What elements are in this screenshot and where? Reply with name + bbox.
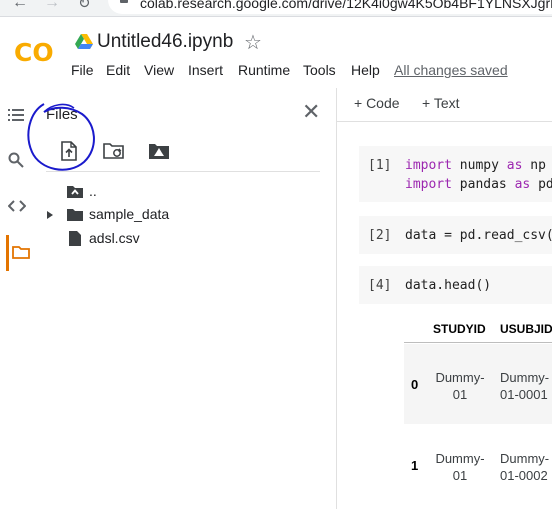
- menu-edit[interactable]: Edit: [106, 62, 130, 78]
- menu-runtime[interactable]: Runtime: [238, 62, 290, 78]
- keyword: as: [514, 177, 531, 192]
- table-cell: Dummy- 01: [432, 369, 488, 403]
- cell-line: Dummy-: [435, 370, 485, 385]
- cell-prompt: [2]: [368, 228, 392, 243]
- tree-item-sample-data[interactable]: sample_data: [46, 204, 186, 226]
- tree-item-label: sample_data: [89, 206, 170, 222]
- url-text[interactable]: colab.research.google.com/drive/12K4i0gw…: [140, 0, 552, 11]
- keyword: import: [405, 177, 452, 192]
- cell-line: 01-0002: [500, 468, 548, 483]
- notebook-title[interactable]: Untitled46.ipynb: [97, 31, 233, 53]
- cell-line: Dummy-: [435, 451, 485, 466]
- code-line[interactable]: import pandas as pd: [405, 177, 552, 192]
- forward-arrow-icon[interactable]: →: [44, 0, 60, 12]
- reload-icon[interactable]: ↻: [78, 0, 91, 12]
- code-line[interactable]: data.head(): [405, 278, 491, 293]
- row-index: 1: [411, 458, 419, 473]
- menu-view[interactable]: View: [144, 62, 174, 78]
- menu-file[interactable]: File: [71, 62, 94, 78]
- menu-insert[interactable]: Insert: [188, 62, 223, 78]
- back-arrow-icon[interactable]: ←: [12, 0, 28, 12]
- toolbar-divider: [337, 121, 552, 122]
- code-token: np: [522, 158, 546, 173]
- star-icon[interactable]: ☆: [244, 30, 262, 55]
- cell-line: 01-0001: [500, 387, 548, 402]
- menu-tools[interactable]: Tools: [303, 62, 336, 78]
- panel-divider[interactable]: [336, 88, 337, 509]
- table-header-border: [404, 342, 552, 343]
- tree-item-label: adsl.csv: [89, 230, 140, 246]
- file-icon: [69, 231, 81, 246]
- chevron-right-icon[interactable]: [46, 210, 54, 220]
- code-token: pandas: [451, 177, 515, 192]
- folder-icon[interactable]: [12, 245, 30, 259]
- colab-logo[interactable]: CO: [14, 38, 58, 66]
- cell-line: Dummy-: [500, 451, 550, 466]
- refresh-folder-icon[interactable]: [103, 142, 125, 160]
- lock-icon: [120, 0, 128, 3]
- row-index: 0: [411, 377, 419, 392]
- code-cell[interactable]: [1] import numpy as np import pandas as …: [359, 146, 552, 202]
- code-token: numpy: [451, 158, 507, 173]
- column-header: STUDYID: [433, 322, 486, 336]
- close-icon[interactable]: ✕: [302, 99, 320, 125]
- cell-line: 01: [452, 387, 468, 402]
- active-tab-indicator: [6, 235, 9, 271]
- code-snippets-icon[interactable]: [8, 199, 26, 213]
- mount-drive-icon[interactable]: [148, 142, 170, 160]
- table-cell: Dummy- 01: [432, 450, 488, 484]
- cell-prompt: [4]: [368, 278, 392, 293]
- keyword: import: [405, 158, 452, 173]
- cell-prompt: [1]: [368, 158, 392, 173]
- annotation-circle: [27, 103, 95, 171]
- menu-help[interactable]: Help: [351, 62, 380, 78]
- code-line[interactable]: import numpy as np: [405, 158, 546, 173]
- keyword: as: [506, 158, 523, 173]
- parent-folder-icon: [67, 186, 83, 198]
- column-header: USUBJID: [500, 322, 552, 336]
- browser-toolbar: ← → ↻ colab.research.google.com/drive/12…: [0, 0, 552, 17]
- tree-item-adsl-csv[interactable]: adsl.csv: [46, 228, 166, 250]
- folder-icon: [67, 209, 83, 221]
- add-code-button[interactable]: + Code: [354, 95, 400, 111]
- code-cell[interactable]: [4] data.head(): [359, 266, 552, 304]
- colab-logo-text: CO: [14, 38, 54, 66]
- tree-item-parent[interactable]: ..: [46, 181, 166, 203]
- code-line[interactable]: data = pd.read_csv(: [405, 228, 552, 243]
- add-text-button[interactable]: + Text: [422, 95, 460, 111]
- code-token: pd: [530, 177, 552, 192]
- table-cell: Dummy- 01-0002: [500, 450, 552, 484]
- code-cell[interactable]: [2] data = pd.read_csv(: [359, 216, 552, 254]
- cell-line: Dummy-: [500, 370, 550, 385]
- tree-item-label: ..: [89, 183, 97, 199]
- save-status-link[interactable]: All changes saved: [394, 62, 508, 78]
- table-cell: Dummy- 01-0001: [500, 369, 552, 403]
- cell-line: 01: [452, 468, 468, 483]
- google-drive-icon[interactable]: [75, 34, 93, 50]
